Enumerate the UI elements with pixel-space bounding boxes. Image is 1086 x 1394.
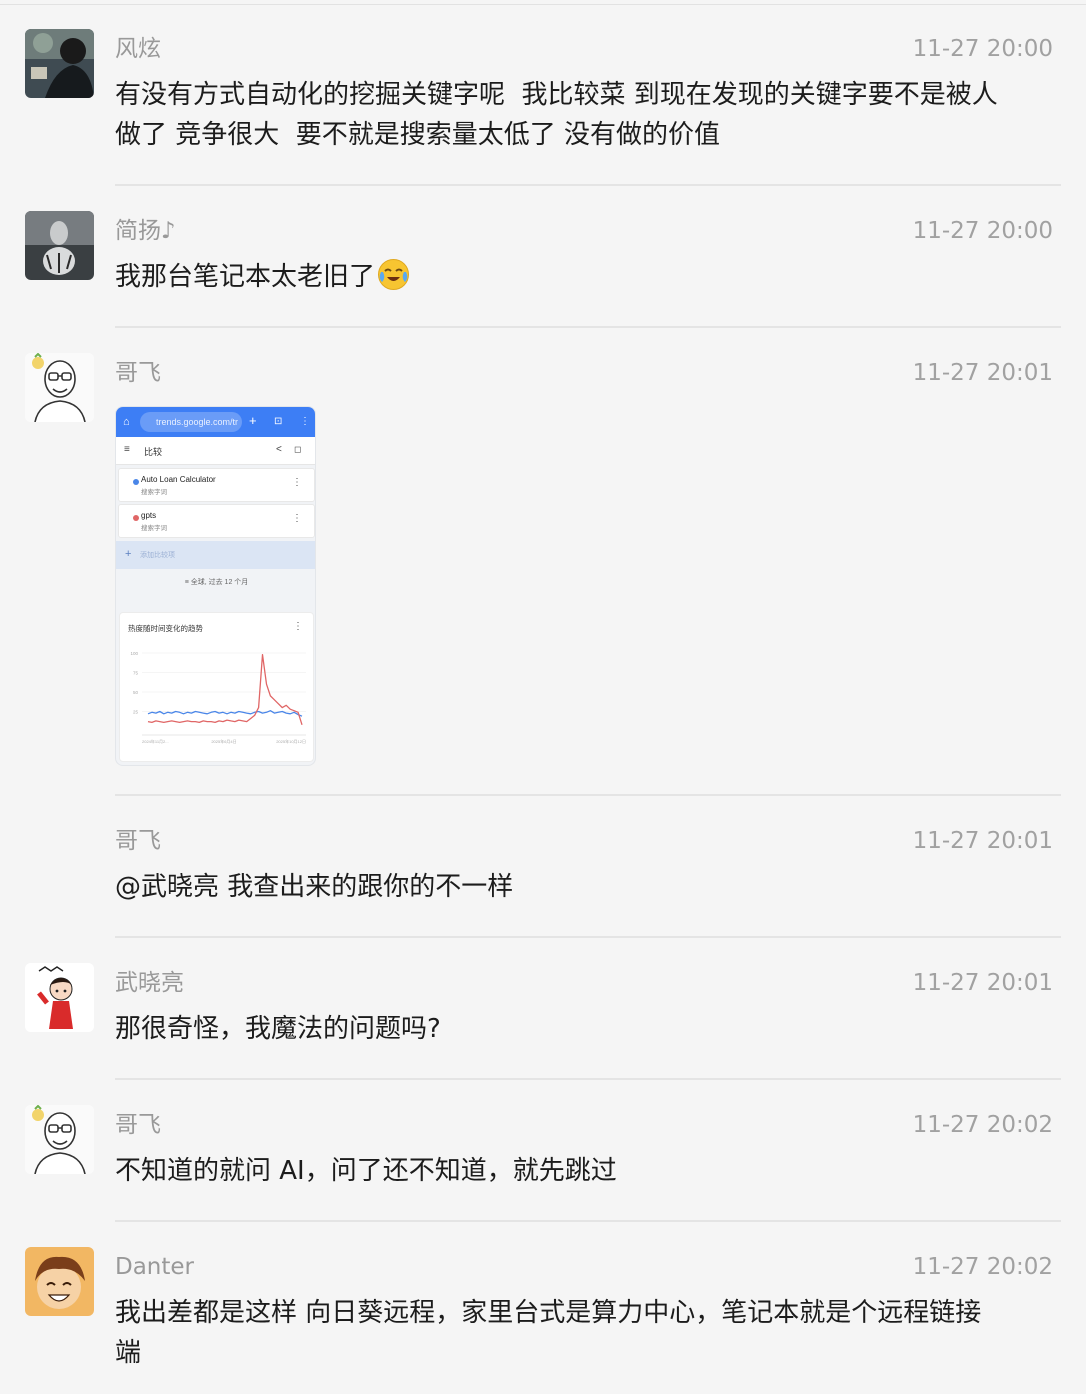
avatar[interactable] bbox=[25, 353, 94, 422]
message-time: 11-27 20:00 bbox=[912, 36, 1053, 62]
image-attachment[interactable]: ⌂ trends.google.com/tr + ⊡ ⋮ ≡ 比较 < ◻ Au… bbox=[115, 406, 316, 766]
series-line-2 bbox=[147, 653, 303, 725]
message-time: 11-27 20:01 bbox=[912, 360, 1053, 386]
hamburger-icon: ≡ bbox=[124, 444, 130, 455]
avatar[interactable] bbox=[25, 963, 94, 1032]
y-tick-label: 75 bbox=[133, 671, 139, 676]
avatar-cartoon-boy-icon bbox=[25, 963, 94, 1032]
x-tick-label: 2024年11月2... bbox=[142, 738, 169, 744]
message-line: 不知道的就问 AI，问了还不知道，就先跳过 bbox=[115, 1156, 617, 1186]
sender-name: 风炫 bbox=[115, 36, 161, 62]
y-tick-label: 50 bbox=[133, 690, 139, 695]
avatar-cartoon-man-icon bbox=[25, 1105, 94, 1174]
x-tick-label: 2025年10月12日 bbox=[276, 738, 306, 744]
browser-url-bar: ⌂ trends.google.com/tr + ⊡ ⋮ bbox=[116, 407, 315, 437]
avatar-tiger-icon bbox=[25, 211, 94, 280]
message-divider bbox=[115, 326, 1061, 328]
add-label: 添加比较项 bbox=[140, 552, 175, 559]
new-tab-icon: + bbox=[249, 413, 257, 428]
search-term-card: Auto Loan Calculator 搜索字词 ⋮ bbox=[118, 468, 315, 502]
message-time: 11-27 20:02 bbox=[912, 1112, 1053, 1138]
term-name: gpts bbox=[141, 511, 157, 520]
message-line: 有没有方式自动化的挖掘关键字呢 我比较菜 到现在发现的关键字要不是被人 bbox=[115, 80, 998, 110]
message-time: 11-27 20:01 bbox=[912, 970, 1053, 996]
message-line: @武晓亮 我查出来的跟你的不一样 bbox=[115, 872, 514, 902]
series-color-dot bbox=[133, 515, 139, 521]
sender-name: 哥飞 bbox=[115, 360, 161, 386]
message-divider bbox=[115, 1078, 1061, 1080]
face-with-tears-emoji bbox=[377, 258, 410, 291]
message-text[interactable]: @武晓亮 我查出来的跟你的不一样 bbox=[115, 867, 1065, 907]
message-divider bbox=[115, 936, 1061, 938]
search-term-card: gpts 搜索字词 ⋮ bbox=[118, 504, 315, 538]
add-comparison-bar: + 添加比较项 bbox=[116, 541, 315, 569]
message-line: 我那台笔记本太老旧了 bbox=[115, 262, 376, 292]
avatar-smiling-boy-icon bbox=[25, 1247, 94, 1316]
message-text[interactable]: 我那台笔记本太老旧了 bbox=[115, 257, 1065, 297]
message-divider bbox=[115, 794, 1061, 796]
term-sub: 搜索字词 bbox=[141, 525, 167, 532]
message-time: 11-27 20:01 bbox=[912, 828, 1053, 854]
more-icon: ⋮ bbox=[292, 477, 302, 488]
avatar-cartoon-man-icon bbox=[25, 353, 94, 422]
trend-line-chart: 100 75 50 25 2024年11月2... 2025年6月4日 2025年10月12… bbox=[130, 651, 306, 744]
avatar[interactable] bbox=[25, 1105, 94, 1174]
y-tick-label: 25 bbox=[133, 710, 139, 715]
message-line: 那很奇怪，我魔法的问题吗? bbox=[115, 1014, 441, 1044]
message-text[interactable]: 那很奇怪，我魔法的问题吗? bbox=[115, 1009, 1065, 1049]
avatar[interactable] bbox=[25, 1247, 94, 1316]
term-name: Auto Loan Calculator bbox=[141, 475, 216, 484]
sender-name: 简扬♪ bbox=[115, 218, 176, 244]
message-text[interactable]: 不知道的就问 AI，问了还不知道，就先跳过 bbox=[115, 1151, 1065, 1191]
sender-name: Danter bbox=[115, 1254, 195, 1280]
message-line: 我出差都是这样 向日葵远程，家里台式是算力中心，笔记本就是个远程链接 bbox=[115, 1298, 982, 1328]
filter-text: 全球, 过去 12 个月 bbox=[190, 579, 249, 586]
series-color-dot bbox=[133, 479, 139, 485]
sender-name: 武晓亮 bbox=[115, 970, 184, 996]
trend-chart-card: 热度随时间变化的趋势 ⋮ 100 75 50 25 2024年11月2... 2025年6… bbox=[119, 612, 314, 762]
share-icon: < bbox=[276, 444, 282, 455]
message-divider bbox=[115, 1220, 1061, 1222]
chart-title: 热度随时间变化的趋势 bbox=[128, 624, 203, 633]
sender-name: 哥飞 bbox=[115, 1112, 161, 1138]
menu-dots-icon: ⋮ bbox=[300, 416, 310, 427]
avatar-photo-icon bbox=[25, 29, 94, 98]
term-sub: 搜索字词 bbox=[141, 489, 167, 496]
top-divider bbox=[0, 4, 1086, 5]
url-text: trends.google.com/tr bbox=[140, 412, 242, 432]
message-time: 11-27 20:02 bbox=[912, 1254, 1053, 1280]
message-divider bbox=[115, 184, 1061, 186]
message-time: 11-27 20:00 bbox=[912, 218, 1053, 244]
tabs-icon: ⊡ bbox=[274, 416, 283, 427]
message-text[interactable]: 我出差都是这样 向日葵远程，家里台式是算力中心，笔记本就是个远程链接 端 bbox=[115, 1293, 1065, 1373]
x-tick-label: 2025年6月4日 bbox=[211, 738, 236, 744]
avatar[interactable] bbox=[25, 211, 94, 280]
more-icon: ⋮ bbox=[292, 513, 302, 524]
message-text[interactable]: 有没有方式自动化的挖掘关键字呢 我比较菜 到现在发现的关键字要不是被人 做了 竞… bbox=[115, 75, 1065, 155]
trends-toolbar: ≡ 比较 < ◻ bbox=[116, 437, 315, 465]
home-icon: ⌂ bbox=[123, 416, 130, 428]
message-line: 端 bbox=[115, 1338, 142, 1368]
message-line: 做了 竞争很大 要不就是搜索量太低了 没有做的价值 bbox=[115, 120, 721, 150]
y-tick-label: 100 bbox=[130, 651, 138, 656]
sender-name: 哥飞 bbox=[115, 828, 161, 854]
plus-icon: + bbox=[125, 548, 132, 560]
more-icon: ⋮ bbox=[293, 621, 303, 632]
filter-row: ≡ 全球, 过去 12 个月 bbox=[116, 577, 315, 587]
toolbar-title: 比较 bbox=[144, 447, 163, 457]
avatar[interactable] bbox=[25, 29, 94, 98]
feedback-icon: ◻ bbox=[294, 444, 302, 454]
